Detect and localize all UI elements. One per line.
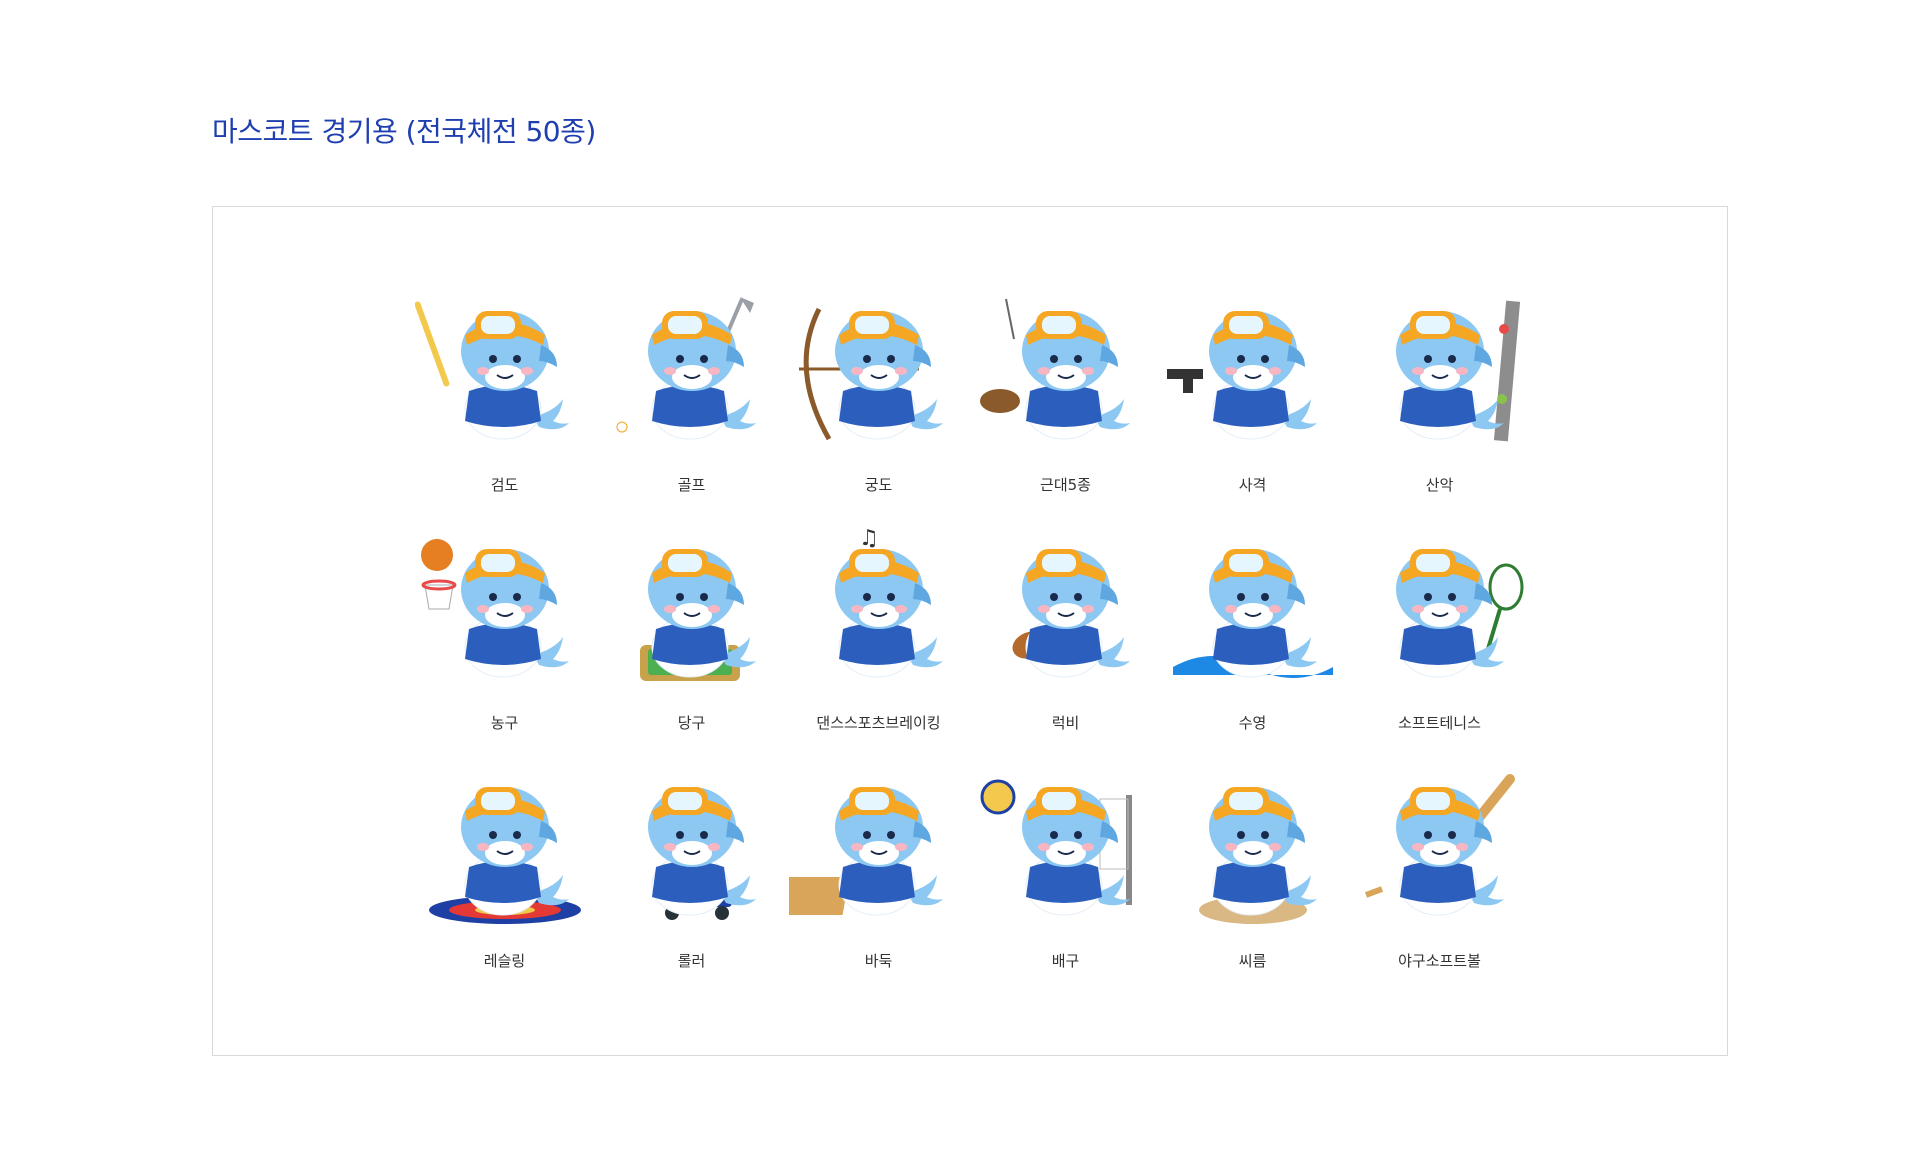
mascot-illustration [1364, 774, 1515, 916]
mascot-item-9: ♫ 댄스스포츠브레이킹 [785, 527, 972, 765]
mascot-label: 골프 [677, 476, 706, 494]
mascot-label: 궁도 [864, 476, 893, 494]
dolphin-mascot-icon [835, 549, 943, 678]
tennis-racket-icon [1486, 563, 1524, 650]
mascot-item-13: 레슬링 [411, 765, 598, 1003]
dolphin-mascot-icon [835, 311, 943, 440]
mascot-illustration [415, 301, 569, 440]
mascot-label: 소프트테니스 [1398, 714, 1481, 732]
mascot-item-6: 산악 [1346, 289, 1533, 527]
mascot-label: 사격 [1238, 476, 1267, 494]
mascot-item-14: 롤러 [598, 765, 785, 1003]
mascot-item-18: 야구소프트볼 [1346, 765, 1533, 1003]
mascot-illustration [980, 779, 1132, 916]
mascot-illustration [648, 787, 756, 920]
mascot-item-10: 럭비 [972, 527, 1159, 765]
mascot-illustration: ♫ [835, 527, 943, 678]
climbing-wall-icon [1493, 300, 1521, 442]
mascot-item-11: 수영 [1159, 527, 1346, 765]
svg-text:♫: ♫ [859, 527, 879, 551]
pistol-icon [1167, 369, 1203, 393]
mascot-illustration [1396, 549, 1524, 678]
dolphin-mascot-icon [461, 549, 569, 678]
mascot-illustration [616, 297, 756, 440]
mascot-label: 바둑 [864, 952, 893, 970]
mascot-label: 수영 [1238, 714, 1267, 732]
mascot-illustration [1167, 311, 1317, 440]
dolphin-mascot-icon [648, 549, 756, 678]
mascot-item-4: 근대5종 [972, 289, 1159, 527]
mascot-illustration [429, 787, 581, 924]
mascot-label: 검도 [490, 476, 519, 494]
dolphin-mascot-icon [461, 311, 569, 440]
mascot-illustration [640, 549, 756, 681]
dolphin-mascot-icon [1022, 311, 1130, 440]
dolphin-mascot-icon [1022, 787, 1130, 916]
page-title: 마스코트 경기용 (전국체전 50종) [212, 115, 596, 148]
mascot-label: 씨름 [1238, 952, 1267, 970]
mascot-label: 근대5종 [1040, 476, 1091, 494]
dolphin-mascot-icon [648, 311, 756, 440]
mascot-item-7: 농구 [411, 527, 598, 765]
mascot-illustration [980, 298, 1130, 440]
mascot-illustration [1199, 787, 1317, 924]
mascot-label: 배구 [1051, 952, 1080, 970]
mascot-label: 롤러 [677, 952, 706, 970]
mascot-item-2: 골프 [598, 289, 785, 527]
dolphin-mascot-icon [648, 787, 756, 916]
mascot-label: 농구 [490, 714, 519, 732]
dolphin-mascot-icon [1396, 549, 1504, 678]
mascot-label: 당구 [677, 714, 706, 732]
mascot-illustration [789, 787, 943, 916]
mascot-illustration [1173, 549, 1333, 678]
mascot-grid: 검도 골프 궁도 근대5종 사격 산악 농구 당구 ♫ 댄스스포츠브레이킹 럭비… [411, 289, 1533, 1003]
dolphin-mascot-icon [1209, 787, 1317, 916]
dolphin-mascot-icon [1209, 549, 1317, 678]
horse-and-fencing-icon [980, 298, 1020, 413]
mascot-illustration [799, 307, 943, 441]
mascot-gallery-panel: 검도 골프 궁도 근대5종 사격 산악 농구 당구 ♫ 댄스스포츠브레이킹 럭비… [212, 206, 1728, 1056]
dolphin-mascot-icon [835, 787, 943, 916]
mascot-label: 레슬링 [483, 952, 526, 970]
mascot-item-16: 배구 [972, 765, 1159, 1003]
mascot-label: 산악 [1425, 476, 1454, 494]
mascot-item-15: 바둑 [785, 765, 972, 1003]
dolphin-mascot-icon [1209, 311, 1317, 440]
mascot-item-17: 씨름 [1159, 765, 1346, 1003]
mascot-label: 댄스스포츠브레이킹 [816, 714, 941, 732]
mascot-label: 야구소프트볼 [1398, 952, 1481, 970]
mascot-label: 럭비 [1051, 714, 1080, 732]
mascot-item-1: 검도 [411, 289, 598, 527]
mascot-illustration [1396, 300, 1521, 442]
dolphin-mascot-icon [1396, 311, 1504, 440]
mascot-illustration [421, 539, 569, 678]
bamboo-sword-icon [415, 301, 450, 387]
dolphin-mascot-icon [1022, 549, 1130, 678]
mascot-illustration [1012, 549, 1130, 678]
mascot-item-8: 당구 [598, 527, 785, 765]
basketball-hoop-icon [421, 539, 457, 610]
mascot-item-3: 궁도 [785, 289, 972, 527]
mascot-item-5: 사격 [1159, 289, 1346, 527]
music-note-icon: ♫ [859, 527, 879, 551]
mascot-item-12: 소프트테니스 [1346, 527, 1533, 765]
dolphin-mascot-icon [461, 787, 569, 916]
